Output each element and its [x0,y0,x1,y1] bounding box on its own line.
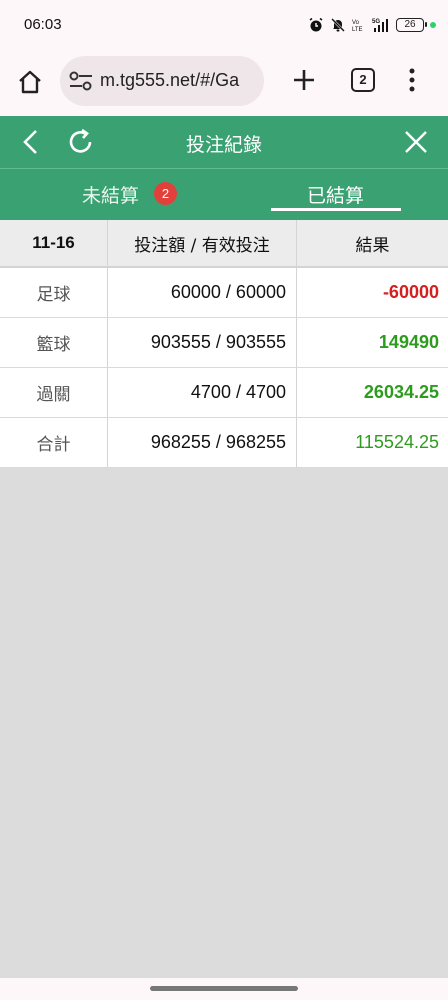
svg-text:5G: 5G [372,19,380,25]
total-bet-cell: 968255 / 968255 [108,418,297,467]
result-header: 結果 [355,235,390,256]
status-icons: Vo LTE 5G 26 [308,15,436,35]
result-cell: 26034.25 [363,382,439,402]
tab-unsettled[interactable]: 未結算 2 [0,169,224,220]
new-tab-icon[interactable] [290,66,318,94]
tab-bar: 未結算 2 已結算 [0,168,448,220]
total-label-cell: 合計 [0,418,108,467]
bet-amount-cell: 4700 / 4700 [108,368,297,417]
table-row[interactable]: 足球 60000 / 60000 -60000 [0,268,448,318]
privacy-dot-icon [430,22,436,28]
svg-text:LTE: LTE [352,27,363,33]
sport-type-cell: 籃球 [0,318,108,367]
table-header-row: 11-16 投注額 / 有效投注 結果 [0,220,448,268]
page-title: 投注紀錄 [185,134,262,156]
table-row[interactable]: 籃球 903555 / 903555 149490 [0,318,448,368]
home-button[interactable] [14,66,46,98]
unsettled-count-badge: 2 [154,182,177,205]
bet-records-table: 11-16 投注額 / 有效投注 結果 足球 60000 / 60000 -60… [0,220,448,468]
url-text: m.tg555.net/#/Ga [100,70,240,90]
tab-settled-label: 已結算 [307,185,365,207]
gesture-handle[interactable] [150,986,298,991]
table-row[interactable]: 過關 4700 / 4700 26034.25 [0,368,448,418]
tab-unsettled-label: 未結算 [82,185,140,207]
alarm-icon [309,17,323,32]
tab-switcher-button[interactable]: 2 [351,68,375,92]
result-cell: 149490 [378,332,439,352]
close-icon[interactable] [402,128,430,156]
result-cell: -60000 [382,282,439,302]
total-result-cell: 115524.25 [355,432,439,452]
app-header: 投注紀錄 [0,116,448,168]
sport-type-cell: 足球 [0,268,108,317]
bet-amount-cell: 60000 / 60000 [108,268,297,317]
svg-text:Vo: Vo [352,20,360,26]
mute-bell-icon [331,18,345,32]
tab-settled[interactable]: 已結算 [224,169,448,220]
battery-indicator: 26 [396,18,427,32]
date-header: 11-16 [0,220,108,266]
active-tab-indicator [271,208,401,211]
signal-5g-icon: 5G [372,19,388,32]
sport-type-cell: 過關 [0,368,108,417]
bet-amount-header: 投注額 / 有效投注 [108,220,297,266]
browser-toolbar: m.tg555.net/#/Ga 2 [0,52,448,116]
address-bar[interactable]: m.tg555.net/#/Ga [60,56,264,106]
bet-amount-cell: 903555 / 903555 [108,318,297,367]
site-settings-icon[interactable] [68,71,94,91]
status-bar: 06:03 Vo LTE 5G 26 [0,0,448,52]
status-time: 06:03 [24,16,62,33]
home-icon [19,70,41,94]
total-row: 合計 968255 / 968255 115524.25 [0,418,448,468]
volte-icon: Vo LTE [352,20,363,33]
more-menu-icon[interactable] [404,66,420,94]
